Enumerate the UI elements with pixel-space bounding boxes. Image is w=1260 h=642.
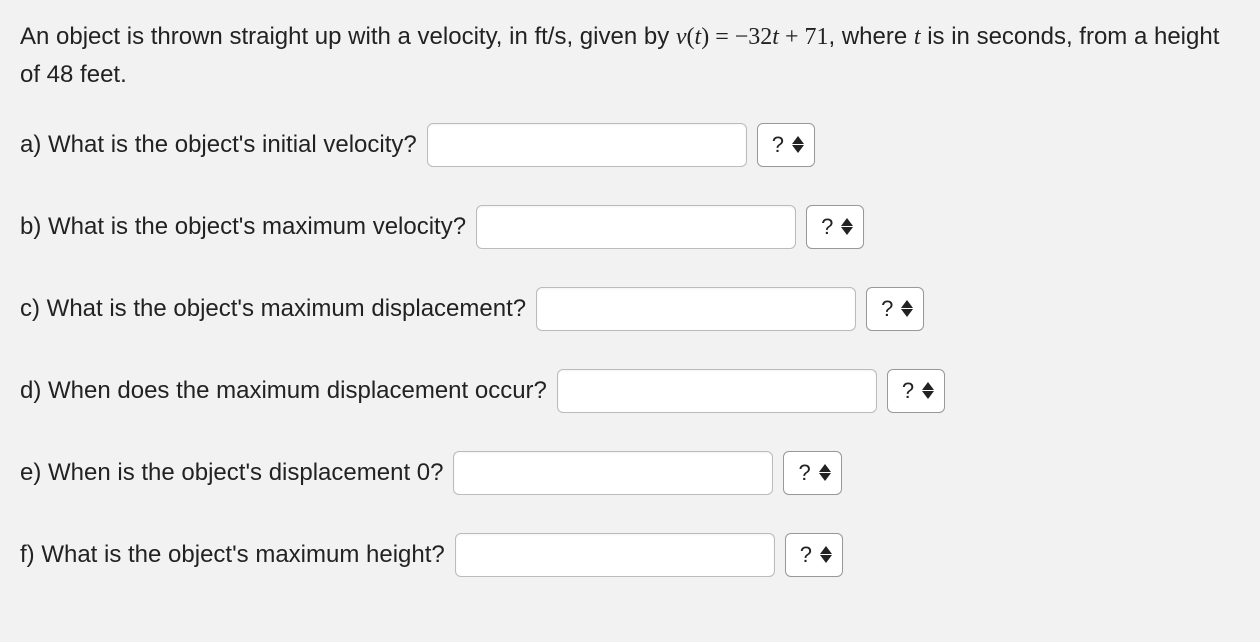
unit-value-c: ?	[881, 296, 893, 322]
var-t-2: t	[772, 24, 779, 50]
label-b: b) What is the object's maximum velocity…	[20, 213, 466, 241]
stepper-icon	[820, 546, 832, 563]
mid-text: , where	[829, 23, 914, 50]
label-c: c) What is the object's maximum displace…	[20, 295, 526, 323]
answer-input-a[interactable]	[427, 123, 747, 167]
label-d: d) When does the maximum displacement oc…	[20, 377, 547, 405]
unit-value-e: ?	[798, 460, 810, 486]
unit-value-f: ?	[800, 542, 812, 568]
answer-input-c[interactable]	[536, 287, 856, 331]
question-c: c) What is the object's maximum displace…	[20, 287, 1240, 331]
stepper-icon	[819, 464, 831, 481]
label-f: f) What is the object's maximum height?	[20, 541, 445, 569]
unit-select-e[interactable]: ?	[783, 451, 841, 495]
unit-value-a: ?	[772, 132, 784, 158]
label-a: a) What is the object's initial velocity…	[20, 131, 417, 159]
close-eq: ) =	[701, 24, 735, 50]
unit-value-d: ?	[902, 378, 914, 404]
question-a: a) What is the object's initial velocity…	[20, 123, 1240, 167]
minus-sign: −	[735, 24, 749, 50]
stepper-icon	[792, 136, 804, 153]
answer-input-e[interactable]	[453, 451, 773, 495]
unit-select-c[interactable]: ?	[866, 287, 924, 331]
plus-71: + 71	[779, 24, 829, 50]
question-f: f) What is the object's maximum height? …	[20, 533, 1240, 577]
answer-input-b[interactable]	[476, 205, 796, 249]
coef-32: 32	[748, 24, 772, 50]
label-e: e) When is the object's displacement 0?	[20, 459, 443, 487]
unit-select-b[interactable]: ?	[806, 205, 864, 249]
problem-statement: An object is thrown straight up with a v…	[20, 18, 1240, 95]
question-e: e) When is the object's displacement 0? …	[20, 451, 1240, 495]
question-b: b) What is the object's maximum velocity…	[20, 205, 1240, 249]
unit-select-f[interactable]: ?	[785, 533, 843, 577]
statement-prefix: An object is thrown straight up with a v…	[20, 23, 676, 50]
answer-input-f[interactable]	[455, 533, 775, 577]
stepper-icon	[922, 382, 934, 399]
func-v: v	[676, 24, 687, 50]
unit-select-d[interactable]: ?	[887, 369, 945, 413]
open-paren: (	[687, 24, 695, 50]
stepper-icon	[901, 300, 913, 317]
answer-input-d[interactable]	[557, 369, 877, 413]
unit-select-a[interactable]: ?	[757, 123, 815, 167]
question-d: d) When does the maximum displacement oc…	[20, 369, 1240, 413]
unit-value-b: ?	[821, 214, 833, 240]
var-t-3: t	[914, 24, 921, 50]
stepper-icon	[841, 218, 853, 235]
